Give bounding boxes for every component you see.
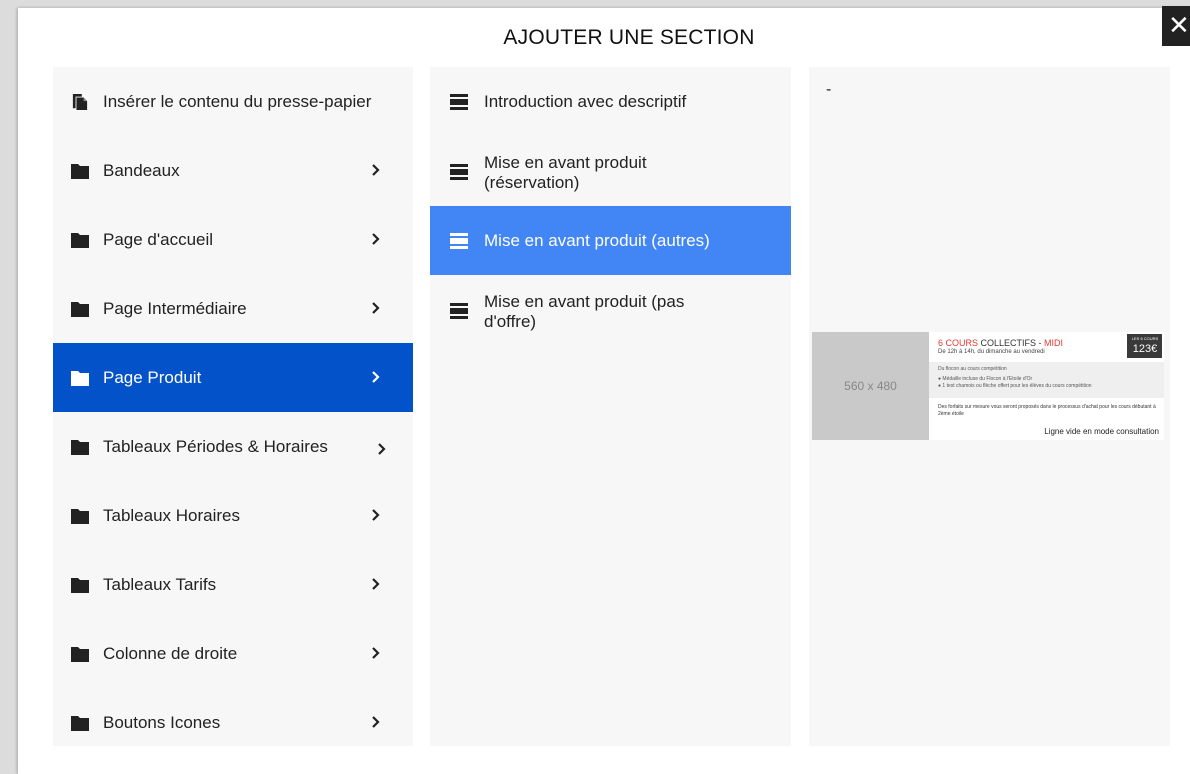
price-value: 123€: [1132, 343, 1158, 355]
menu-item-page-produit[interactable]: Page Produit: [53, 343, 413, 412]
menu-item-bandeaux[interactable]: Bandeaux: [53, 136, 413, 205]
section-item-produit-reservation[interactable]: Mise en avant produit (réservation): [430, 136, 791, 206]
menu-item-label: Boutons Icones: [103, 712, 221, 732]
menu-item-page-accueil[interactable]: Page d'accueil: [53, 205, 413, 274]
section-item-introduction[interactable]: Introduction avec descriptif: [430, 67, 791, 136]
image-placeholder: 560 x 480: [812, 332, 929, 440]
menu-item-label: Bandeaux: [103, 160, 180, 180]
menu-item-paste-clipboard[interactable]: Insérer le contenu du presse-papier: [53, 67, 413, 136]
section-item-label: Mise en avant produit (pas d'offre): [484, 292, 685, 331]
preview-note: Des forfaits sur mesure vous seront prop…: [938, 404, 1156, 417]
folder-icon: [71, 646, 89, 662]
folder-icon: [71, 577, 89, 593]
preview-product-subtitle: De 12h à 14h, du dimanche au vendredi: [938, 349, 1045, 355]
menu-item-tableaux-periodes-horaires[interactable]: Tableaux Périodes & Horaires: [53, 412, 413, 481]
menu-item-label: Page Produit: [103, 367, 202, 387]
chevron-right-icon: [378, 443, 386, 455]
price-label: LES 6 COURS: [1131, 336, 1159, 341]
section-item-produit-pas-offre[interactable]: Mise en avant produit (pas d'offre): [430, 275, 791, 345]
chevron-right-icon: [372, 233, 380, 245]
preview-panel: - 560 x 480 6 COURS COLLECTIFS - MIDI De…: [809, 67, 1170, 746]
dialog-title: AJOUTER UNE SECTION: [503, 26, 755, 49]
band-line: ● 1 test chamois ou flèche offert pour l…: [938, 383, 1092, 389]
chevron-right-icon: [372, 509, 380, 521]
menu-item-colonne-droite[interactable]: Colonne de droite: [53, 619, 413, 688]
menu-item-label: Page d'accueil: [103, 229, 214, 249]
band-line: ● Médaille incluse du Flocon à l'Etoile …: [938, 376, 1033, 382]
chevron-right-icon: [372, 164, 380, 176]
folder-icon: [71, 163, 89, 179]
folder-icon: [71, 301, 89, 317]
chevron-right-icon: [372, 371, 380, 383]
section-item-label: Introduction avec descriptif: [484, 91, 687, 111]
folder-icon: [71, 715, 89, 731]
band-line: Du flocon au cours compétition: [938, 366, 1007, 372]
preview-info-band: Du flocon au cours compétition ● Médaill…: [929, 362, 1164, 398]
chevron-right-icon: [372, 302, 380, 314]
preview-price-box: LES 6 COURS 123€: [1127, 334, 1162, 358]
chevron-right-icon: [372, 578, 380, 590]
section-icon: [450, 93, 468, 110]
folder-icon: [71, 370, 89, 386]
section-item-label: Mise en avant produit (réservation): [484, 153, 647, 192]
folder-icon: [71, 508, 89, 524]
add-section-dialog: AJOUTER UNE SECTION Insérer le contenu d…: [18, 8, 1190, 774]
section-icon: [450, 164, 468, 180]
folder-icon: [71, 439, 89, 455]
section-icon: [450, 303, 468, 319]
section-list: Introduction avec descriptif Mise en ava…: [430, 67, 791, 746]
menu-item-label: Page Intermédiaire: [103, 298, 247, 318]
folder-icon: [71, 232, 89, 248]
chevron-right-icon: [372, 647, 380, 659]
paste-icon: [72, 93, 88, 110]
chevron-right-icon: [372, 716, 380, 728]
section-item-label: Mise en avant produit (autres): [484, 230, 710, 250]
menu-item-label: Colonne de droite: [103, 643, 238, 663]
preview-empty-line: Ligne vide en mode consultation: [1042, 427, 1161, 436]
menu-item-tableaux-horaires[interactable]: Tableaux Horaires: [53, 481, 413, 550]
menu-item-tableaux-tarifs[interactable]: Tableaux Tarifs: [53, 550, 413, 619]
menu-item-label: Tableaux Horaires: [103, 505, 241, 525]
preview-thumbnail: 560 x 480 6 COURS COLLECTIFS - MIDI De 1…: [812, 332, 1164, 440]
category-list: Insérer le contenu du presse-papier Band…: [53, 67, 413, 746]
menu-item-page-intermediaire[interactable]: Page Intermédiaire: [53, 274, 413, 343]
menu-item-boutons-icones[interactable]: Boutons Icones: [53, 688, 413, 746]
preview-description: -: [826, 81, 832, 98]
section-item-produit-autres[interactable]: Mise en avant produit (autres): [430, 206, 791, 275]
preview-product-title: 6 COURS COLLECTIFS - MIDI: [938, 338, 1064, 348]
menu-item-label: Tableaux Tarifs: [103, 574, 217, 594]
menu-item-label: Insérer le contenu du presse-papier: [103, 91, 372, 111]
menu-item-label: Tableaux Périodes & Horaires: [103, 436, 328, 456]
section-icon: [450, 232, 468, 249]
close-button[interactable]: ✕: [1162, 6, 1190, 46]
